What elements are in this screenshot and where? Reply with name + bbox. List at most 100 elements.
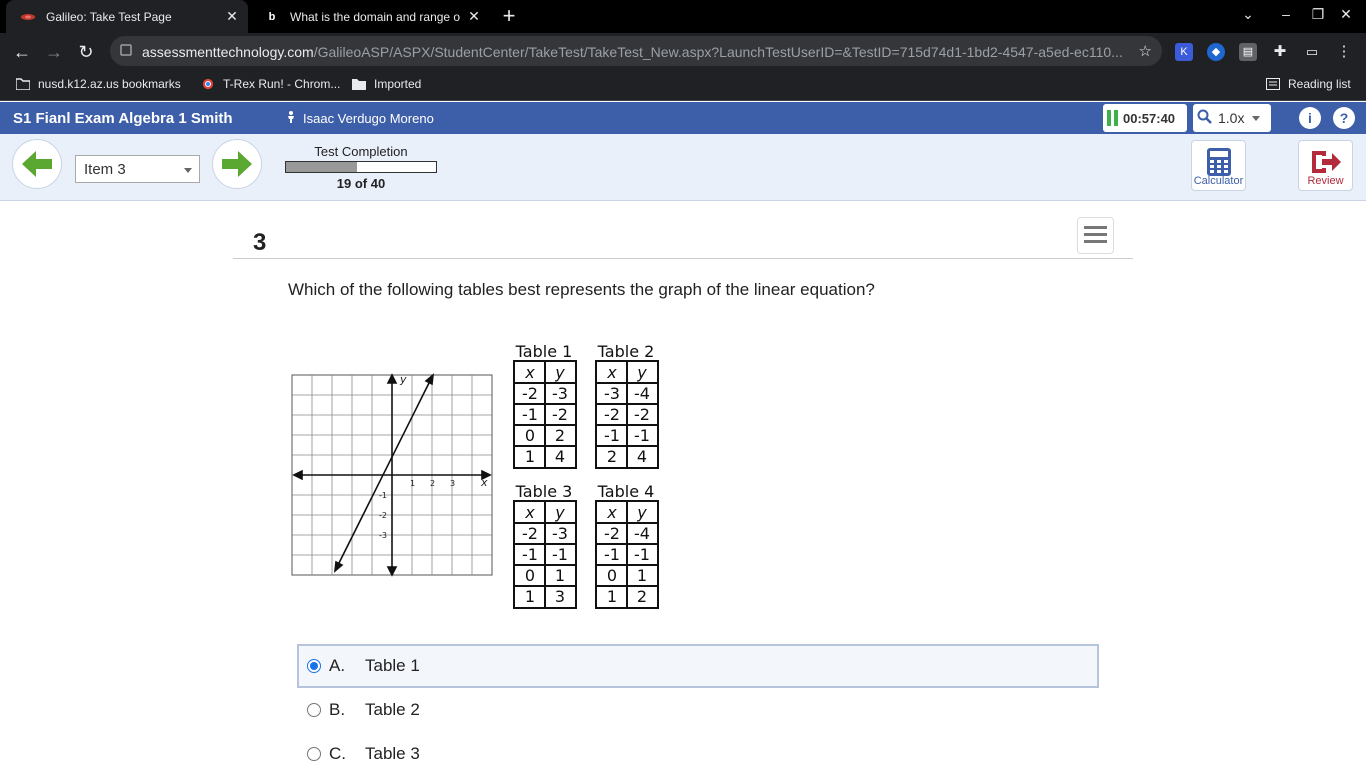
- review-button[interactable]: Review: [1298, 140, 1353, 191]
- pause-icon[interactable]: [1107, 110, 1118, 126]
- address-bar[interactable]: assessmenttechnology.com/GalileoASP/ASPX…: [110, 36, 1162, 66]
- completion-label: Test Completion: [314, 144, 408, 159]
- x-tick: 2: [430, 479, 435, 488]
- app-header: S1 Fianl Exam Algebra 1 Smith Isaac Verd…: [0, 102, 1366, 134]
- y-tick: -1: [379, 491, 387, 500]
- y-tick: -3: [379, 531, 387, 540]
- zoom-select[interactable]: 1.0x: [1193, 104, 1271, 132]
- site-info-icon[interactable]: [120, 43, 132, 57]
- extensions-puzzle-icon[interactable]: ✚: [1271, 43, 1289, 61]
- table-cell: 4: [637, 447, 647, 466]
- table-header-cell: y: [554, 363, 565, 382]
- timer[interactable]: 00:57:40: [1103, 104, 1187, 132]
- tab-galileo[interactable]: Galileo: Take Test Page ✕: [6, 0, 248, 33]
- arrow-right-icon: [222, 151, 252, 177]
- more-menu-icon[interactable]: ⋮: [1335, 43, 1353, 61]
- bookmark-nusd[interactable]: nusd.k12.az.us bookmarks: [16, 77, 181, 91]
- previous-item-button[interactable]: [12, 139, 62, 189]
- answer-text: Table 1: [365, 656, 420, 675]
- answer-option-b[interactable]: B. Table 2: [299, 688, 1101, 732]
- minimize-icon[interactable]: –: [1276, 6, 1296, 22]
- reload-icon[interactable]: ↻: [74, 40, 98, 64]
- browser-tab-bar: Galileo: Take Test Page ✕ b What is the …: [0, 0, 1366, 33]
- table-cell: -3: [604, 384, 620, 403]
- table-cell: 4: [555, 447, 565, 466]
- navigation-bar: Item 3 Test Completion 19 of 40 Calculat…: [0, 134, 1366, 201]
- new-tab-icon[interactable]: +: [498, 5, 520, 27]
- printer-extension-icon[interactable]: ▤: [1239, 43, 1257, 61]
- table-cell: -2: [604, 524, 620, 543]
- radio-button[interactable]: [307, 703, 321, 717]
- table-cell: -1: [552, 545, 568, 564]
- progress-fill: [286, 162, 358, 172]
- table-cell: 0: [607, 566, 617, 585]
- question-menu-button[interactable]: [1077, 217, 1114, 254]
- table-cell: -1: [634, 426, 650, 445]
- table-cell: -4: [634, 384, 650, 403]
- answer-letter: C.: [329, 744, 346, 763]
- table-cell: -2: [522, 384, 538, 403]
- answer-letter: A.: [329, 656, 346, 675]
- table-cell: -1: [522, 545, 538, 564]
- tab-search-icon[interactable]: ⌄: [1238, 6, 1258, 23]
- table-cell: -2: [552, 405, 568, 424]
- person-icon: [287, 111, 295, 126]
- zoom-icon: [1197, 109, 1212, 127]
- table-cell: 3: [555, 587, 565, 606]
- tab-title: What is the domain and range o: [290, 9, 461, 24]
- table-cell: 1: [607, 587, 617, 606]
- help-icon[interactable]: ?: [1333, 107, 1355, 129]
- review-label: Review: [1307, 175, 1344, 187]
- restore-icon[interactable]: ❐: [1308, 6, 1328, 23]
- bookmark-imported[interactable]: Imported: [352, 77, 421, 91]
- table-header-cell: y: [554, 503, 565, 522]
- answer-option-a[interactable]: A. Table 1: [297, 644, 1099, 688]
- bookmark-trex[interactable]: T-Rex Run! - Chrom...: [201, 77, 340, 91]
- user-name: Isaac Verdugo Moreno: [287, 111, 434, 126]
- answer-text: Table 2: [365, 700, 420, 719]
- cast-icon[interactable]: ▭: [1303, 43, 1321, 61]
- reading-list-icon: [1266, 78, 1280, 90]
- item-select[interactable]: Item 3: [75, 155, 200, 183]
- next-item-button[interactable]: [212, 139, 262, 189]
- table-cell: -2: [604, 405, 620, 424]
- bookmark-star-icon[interactable]: ☆: [1139, 42, 1152, 60]
- calculator-button[interactable]: Calculator: [1191, 140, 1246, 191]
- table-cell: -1: [604, 426, 620, 445]
- shield-extension-icon[interactable]: ◆: [1207, 43, 1225, 61]
- radio-button[interactable]: [307, 747, 321, 761]
- table-header-cell: x: [606, 363, 617, 382]
- table-cell: -1: [604, 545, 620, 564]
- y-tick: -2: [379, 511, 387, 520]
- close-window-icon[interactable]: ✕: [1336, 6, 1356, 23]
- table-cell: 2: [637, 587, 647, 606]
- graph-x-label: x: [480, 476, 488, 489]
- test-title: S1 Fianl Exam Algebra 1 Smith: [13, 110, 233, 127]
- graph-y-label: y: [399, 373, 407, 386]
- value-table-4: Table 4 x y -2 -4 -1 -1 0 1 1 2: [595, 482, 659, 609]
- table-header-cell: y: [636, 503, 647, 522]
- value-table-3: Table 3 x y -2 -3 -1 -1 0 1 1 3: [513, 482, 577, 609]
- table-cell: -1: [522, 405, 538, 424]
- close-tab-icon[interactable]: ✕: [466, 8, 482, 24]
- table-cell: -2: [634, 405, 650, 424]
- k-extension-icon[interactable]: K: [1175, 43, 1193, 61]
- back-icon[interactable]: ←: [10, 40, 34, 64]
- info-icon[interactable]: i: [1299, 107, 1321, 129]
- table-header-cell: x: [524, 503, 535, 522]
- tab-title: Galileo: Take Test Page: [46, 9, 172, 24]
- arrow-left-icon: [22, 151, 52, 177]
- tab-domain-range[interactable]: b What is the domain and range o ✕: [250, 0, 490, 33]
- url-text: assessmenttechnology.com/GalileoASP/ASPX…: [142, 44, 1123, 60]
- table-cell: 1: [525, 447, 535, 466]
- reading-list[interactable]: Reading list: [1266, 77, 1351, 91]
- folder-icon: [16, 78, 30, 90]
- close-tab-icon[interactable]: ✕: [224, 8, 240, 24]
- x-tick: 1: [410, 479, 415, 488]
- radio-button[interactable]: [307, 659, 321, 673]
- table-header-cell: x: [606, 503, 617, 522]
- forward-icon[interactable]: →: [42, 40, 66, 64]
- question-number: 3: [253, 229, 267, 256]
- answer-option-c[interactable]: C. Table 3: [299, 732, 1101, 776]
- table-cell: -1: [634, 545, 650, 564]
